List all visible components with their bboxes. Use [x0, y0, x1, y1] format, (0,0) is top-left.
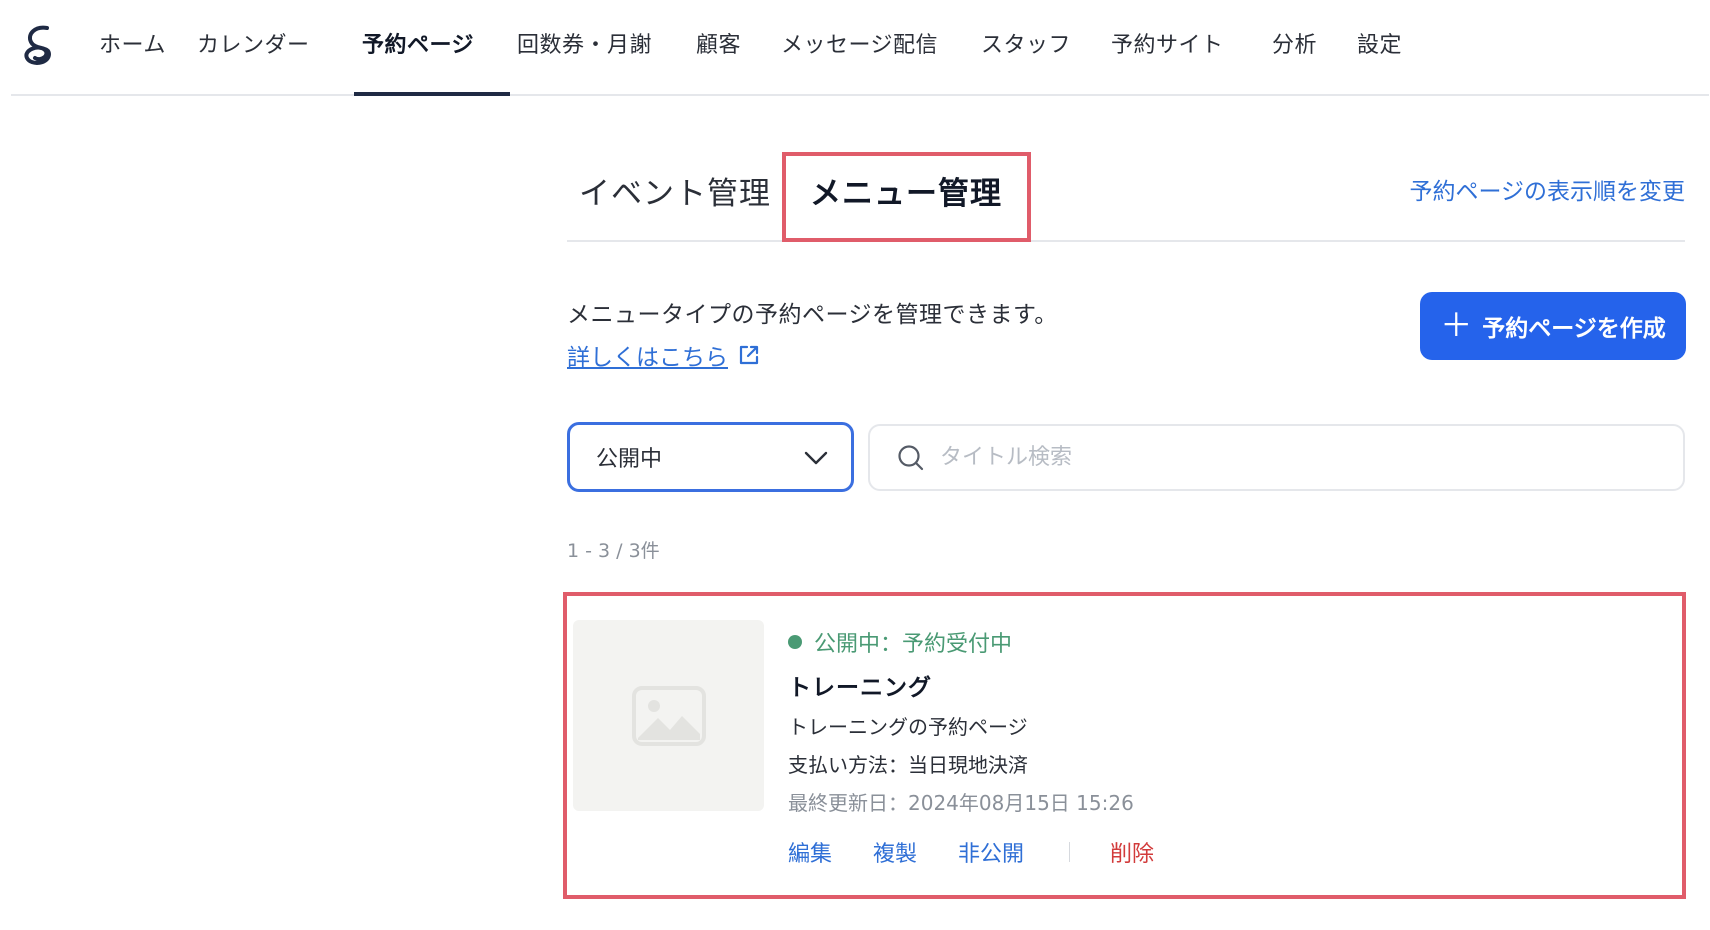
payment-method: 支払い方法：当日現地決済 [788, 753, 1028, 777]
result-count: 1 - 3 / 3件 [567, 540, 660, 562]
nav-analytics[interactable]: 分析 [1272, 27, 1317, 59]
nav-staff[interactable]: スタッフ [981, 27, 1071, 59]
status-filter-value: 公開中 [596, 447, 663, 472]
top-navigation: ホーム カレンダー 予約ページ 回数券・月謝 顧客 メッセージ配信 スタッフ 予… [11, 0, 1709, 96]
status-badge: 公開中：予約受付中 [788, 626, 1012, 658]
tab-menu-management[interactable]: メニュー管理 [810, 168, 1002, 213]
nav-tickets[interactable]: 回数券・月謝 [517, 27, 652, 59]
create-button-label: 予約ページを作成 [1482, 315, 1666, 341]
create-booking-page-button[interactable]: ＋ 予約ページを作成 [1420, 292, 1686, 360]
nav-calendar[interactable]: カレンダー [197, 27, 310, 59]
duplicate-button[interactable]: 複製 [873, 836, 917, 868]
nav-active-indicator [354, 92, 510, 96]
external-link-icon [739, 345, 759, 365]
booking-page-card: 公開中：予約受付中 トレーニング トレーニングの予約ページ 支払い方法：当日現地… [563, 592, 1686, 899]
delete-button[interactable]: 削除 [1110, 836, 1154, 868]
learn-more-label: 詳しくはこちら [567, 345, 728, 371]
last-updated: 最終更新日：2024年08月15日 15:26 [788, 791, 1134, 815]
nav-messages[interactable]: メッセージ配信 [781, 27, 938, 59]
search-box [868, 424, 1685, 491]
edit-button[interactable]: 編集 [788, 836, 832, 868]
brand-logo-icon[interactable] [17, 22, 61, 70]
change-display-order-link[interactable]: 予約ページの表示順を変更 [1409, 172, 1685, 206]
nav-booking-pages[interactable]: 予約ページ [362, 27, 474, 59]
plus-icon: ＋ [1440, 306, 1473, 343]
page-description: メニュータイプの予約ページを管理できます。 [567, 302, 1058, 328]
nav-home[interactable]: ホーム [99, 27, 166, 59]
search-icon [898, 444, 924, 470]
nav-customers[interactable]: 顧客 [696, 27, 741, 59]
chevron-down-icon [804, 451, 828, 465]
status-text: 公開中：予約受付中 [814, 632, 1013, 657]
nav-settings[interactable]: 設定 [1357, 27, 1402, 59]
tab-event-management[interactable]: イベント管理 [579, 168, 771, 213]
learn-more-link[interactable]: 詳しくはこちら [567, 338, 762, 372]
action-divider [1069, 842, 1070, 862]
thumbnail-placeholder [573, 620, 764, 811]
card-title: トレーニング [788, 675, 932, 701]
subtab-bar: イベント管理 メニュー管理 予約ページの表示順を変更 [567, 150, 1685, 242]
unpublish-button[interactable]: 非公開 [958, 836, 1024, 868]
nav-booking-site[interactable]: 予約サイト [1111, 27, 1224, 59]
card-subtitle: トレーニングの予約ページ [788, 715, 1028, 739]
image-placeholder-icon [631, 685, 706, 746]
status-filter-select[interactable]: 公開中 [567, 422, 854, 492]
title-search-input[interactable] [940, 445, 1640, 470]
status-dot-icon [788, 635, 802, 649]
